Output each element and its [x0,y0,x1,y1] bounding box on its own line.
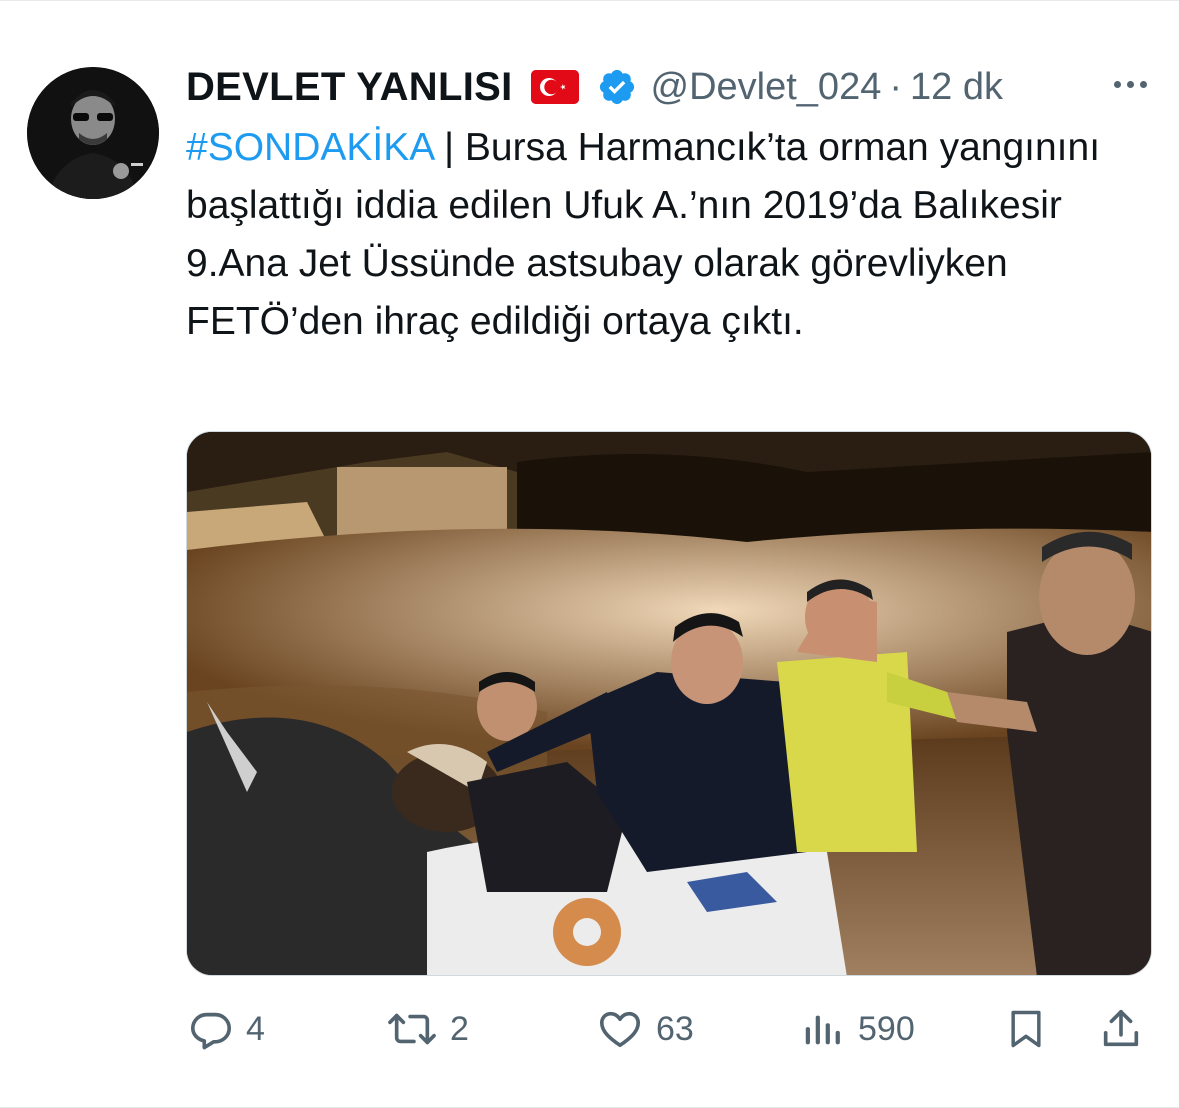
author-name[interactable]: DEVLET YANLISI [186,65,513,110]
more-options-icon[interactable] [1114,69,1147,99]
header-separator: · [889,65,902,108]
bookmark-icon [1011,1010,1041,1048]
tweet-actions: 4 2 63 590 [186,1001,1146,1061]
turkey-flag-icon [530,70,579,104]
share-icon [1103,1009,1139,1047]
share-button[interactable] [1098,1001,1144,1057]
retweet-count: 2 [450,1009,469,1048]
tweet-photo[interactable] [186,431,1152,976]
avatar[interactable] [27,67,159,199]
tweet-header: DEVLET YANLISI @Devlet_024 · 12 dk [186,59,1089,115]
reply-count: 4 [246,1009,265,1048]
hashtag-link[interactable]: #SONDAKİKA [186,126,433,169]
avatar-image [27,67,159,199]
heart-icon [599,1011,641,1048]
photo-scene [187,432,1151,975]
bookmark-button[interactable] [1004,1001,1048,1057]
views-icon [805,1015,840,1045]
verified-badge-icon[interactable] [597,67,637,107]
tweet-text: #SONDAKİKA | Bursa Harmancık’ta orman ya… [186,119,1146,351]
like-button[interactable]: 63 [596,1001,694,1057]
author-handle[interactable]: @Devlet_024 [651,66,882,109]
reply-button[interactable]: 4 [188,1001,265,1057]
like-count: 63 [656,1009,694,1048]
retweet-icon [388,1013,436,1045]
views-count: 590 [858,1009,915,1048]
views-button[interactable]: 590 [800,1001,915,1057]
retweet-button[interactable]: 2 [386,1001,469,1057]
tweet-card[interactable]: DEVLET YANLISI @Devlet_024 · 12 dk #SOND… [0,0,1179,1108]
tweet-timestamp[interactable]: 12 dk [910,66,1003,109]
reply-icon [190,1012,232,1050]
